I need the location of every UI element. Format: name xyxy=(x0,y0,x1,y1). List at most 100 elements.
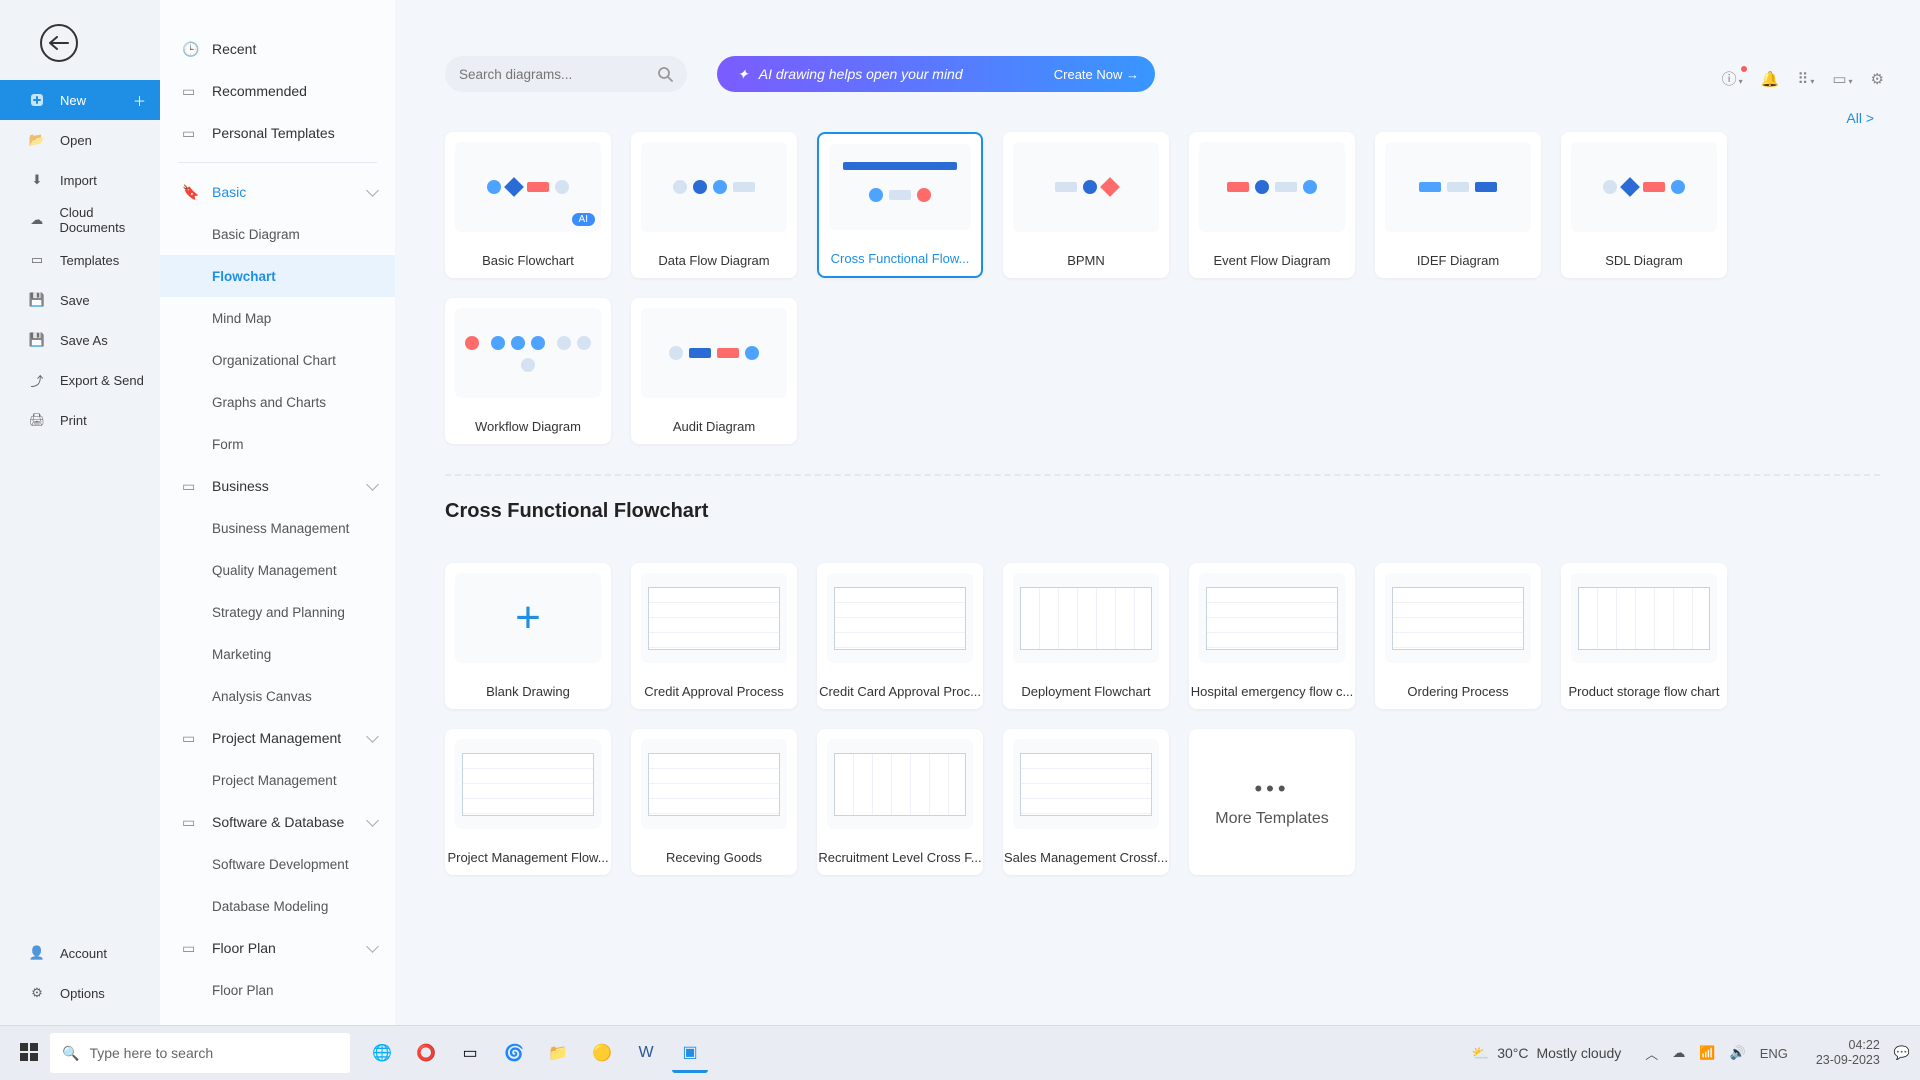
file-menu: New ＋ 📂Open ⬇Import ☁Cloud Documents ▭Te… xyxy=(0,80,160,440)
app-taskview[interactable]: ▭ xyxy=(452,1033,488,1073)
gear-icon[interactable]: ⚙ xyxy=(1871,70,1884,88)
template-card-2[interactable]: Credit Card Approval Proc... xyxy=(817,563,983,709)
file-menu-account[interactable]: 👤Account xyxy=(0,933,160,973)
type-card-7[interactable]: Workflow Diagram xyxy=(445,298,611,444)
cat-recent[interactable]: 🕒Recent xyxy=(160,28,395,70)
template-card-5[interactable]: Ordering Process xyxy=(1375,563,1541,709)
tray-onedrive-icon[interactable]: ☁ xyxy=(1672,1045,1685,1061)
cat-sp[interactable]: Strategy and Planning xyxy=(160,591,395,633)
cat-floor-sub[interactable]: Floor Plan xyxy=(160,969,395,1011)
bell-icon[interactable]: 🔔 xyxy=(1761,70,1780,88)
app-cortana[interactable]: ⭕ xyxy=(408,1033,444,1073)
cat-head-sw[interactable]: ▭Software & Database xyxy=(160,801,395,843)
app-chrome[interactable]: 🟡 xyxy=(584,1033,620,1073)
template-card-8[interactable]: Receving Goods xyxy=(631,729,797,875)
type-card-3[interactable]: BPMN xyxy=(1003,132,1169,278)
card-preview xyxy=(641,142,787,232)
app-edge[interactable]: 🌀 xyxy=(496,1033,532,1073)
file-menu-cloud[interactable]: ☁Cloud Documents xyxy=(0,200,160,240)
menu-icon[interactable]: ▭▾ xyxy=(1832,70,1852,88)
taskbar-search[interactable]: 🔍 Type here to search xyxy=(50,1033,350,1073)
file-menu-export[interactable]: ⤴Export & Send xyxy=(0,360,160,400)
search-input[interactable] xyxy=(459,67,657,82)
template-card-1[interactable]: Credit Approval Process xyxy=(631,563,797,709)
swimlane-preview xyxy=(1392,587,1523,650)
tray-lang[interactable]: ENG xyxy=(1760,1046,1788,1061)
tray-chevron-icon[interactable]: ︿ xyxy=(1645,1044,1658,1063)
cat-mindmap[interactable]: Mind Map xyxy=(160,297,395,339)
type-card-8[interactable]: Audit Diagram xyxy=(631,298,797,444)
card-label: Audit Diagram xyxy=(631,408,797,444)
ai-create-now[interactable]: Create Now → xyxy=(1054,67,1139,82)
file-menu-print[interactable]: 🖨Print xyxy=(0,400,160,440)
cat-bm[interactable]: Business Management xyxy=(160,507,395,549)
tray-wifi-icon[interactable]: 📶 xyxy=(1699,1045,1715,1061)
apps-icon[interactable]: ⠿▾ xyxy=(1797,70,1814,88)
search-icon[interactable] xyxy=(657,66,673,82)
cat-form[interactable]: Form xyxy=(160,423,395,465)
cat-swdev[interactable]: Software Development xyxy=(160,843,395,885)
cat-pm-sub[interactable]: Project Management xyxy=(160,759,395,801)
ai-banner[interactable]: ✦ AI drawing helps open your mind Create… xyxy=(717,56,1155,92)
cat-ac[interactable]: Analysis Canvas xyxy=(160,675,395,717)
app-explorer[interactable]: 📁 xyxy=(540,1033,576,1073)
template-card-4[interactable]: Hospital emergency flow c... xyxy=(1189,563,1355,709)
cat-mkt[interactable]: Marketing xyxy=(160,633,395,675)
tray-notifications-icon[interactable]: 💬 xyxy=(1894,1045,1910,1061)
file-menu-save[interactable]: 💾Save xyxy=(0,280,160,320)
cat-flowchart[interactable]: Flowchart xyxy=(160,255,395,297)
app-globe[interactable]: 🌐 xyxy=(364,1033,400,1073)
file-menu-options[interactable]: ⚙Options xyxy=(0,973,160,1013)
file-menu-label: New xyxy=(60,93,86,108)
cat-db[interactable]: Database Modeling xyxy=(160,885,395,927)
type-card-1[interactable]: Data Flow Diagram xyxy=(631,132,797,278)
back-button[interactable] xyxy=(40,24,78,62)
cat-head-basic[interactable]: 🔖Basic xyxy=(160,171,395,213)
cat-head-business[interactable]: ▭Business xyxy=(160,465,395,507)
card-label: IDEF Diagram xyxy=(1375,242,1541,278)
tray-volume-icon[interactable]: 🔊 xyxy=(1730,1045,1746,1061)
type-card-6[interactable]: SDL Diagram xyxy=(1561,132,1727,278)
card-preview xyxy=(1013,739,1159,829)
type-card-4[interactable]: Event Flow Diagram xyxy=(1189,132,1355,278)
search-box[interactable] xyxy=(445,56,687,92)
cat-recommended[interactable]: ▭Recommended xyxy=(160,70,395,112)
file-menu-templates[interactable]: ▭Templates xyxy=(0,240,160,280)
cat-personal-templates[interactable]: ▭Personal Templates xyxy=(160,112,395,154)
sw-icon: ▭ xyxy=(182,814,200,831)
cat-head-pm[interactable]: ▭Project Management xyxy=(160,717,395,759)
app-word[interactable]: W xyxy=(628,1033,664,1073)
cat-graphs[interactable]: Graphs and Charts xyxy=(160,381,395,423)
template-card-0[interactable]: +Blank Drawing xyxy=(445,563,611,709)
taskbar-weather[interactable]: ⛅ 30°C Mostly cloudy xyxy=(1472,1045,1622,1062)
template-card-6[interactable]: Product storage flow chart xyxy=(1561,563,1727,709)
taskbar-apps: 🌐 ⭕ ▭ 🌀 📁 🟡 W ▣ xyxy=(364,1033,708,1073)
type-card-5[interactable]: IDEF Diagram xyxy=(1375,132,1541,278)
type-card-2[interactable]: Cross Functional Flow... xyxy=(817,132,983,278)
cat-qm[interactable]: Quality Management xyxy=(160,549,395,591)
start-button[interactable] xyxy=(20,1043,40,1063)
card-label: Basic Flowchart xyxy=(445,242,611,278)
app-edrawmax[interactable]: ▣ xyxy=(672,1033,708,1073)
help-icon[interactable]: ⓘ▾ xyxy=(1722,68,1743,89)
all-link[interactable]: All > xyxy=(1846,110,1874,126)
search-icon: 🔍 xyxy=(62,1045,79,1062)
template-card-7[interactable]: Project Management Flow... xyxy=(445,729,611,875)
cat-head-floor[interactable]: ▭Floor Plan xyxy=(160,927,395,969)
template-card-10[interactable]: Sales Management Crossf... xyxy=(1003,729,1169,875)
plus-icon[interactable]: ＋ xyxy=(133,91,146,110)
cat-orgchart[interactable]: Organizational Chart xyxy=(160,339,395,381)
windows-taskbar: 🔍 Type here to search 🌐 ⭕ ▭ 🌀 📁 🟡 W ▣ ⛅ … xyxy=(0,1025,1920,1080)
card-label: Credit Card Approval Proc... xyxy=(817,673,983,709)
type-card-0[interactable]: AIBasic Flowchart xyxy=(445,132,611,278)
template-card-3[interactable]: Deployment Flowchart xyxy=(1003,563,1169,709)
taskbar-clock[interactable]: 04:22 23-09-2023 xyxy=(1816,1038,1880,1068)
file-menu-import[interactable]: ⬇Import xyxy=(0,160,160,200)
section-title: Cross Functional Flowchart xyxy=(445,500,1880,523)
more-templates-card[interactable]: •••More Templates xyxy=(1189,729,1355,875)
cat-basic-diagram[interactable]: Basic Diagram xyxy=(160,213,395,255)
template-card-9[interactable]: Recruitment Level Cross F... xyxy=(817,729,983,875)
file-menu-open[interactable]: 📂Open xyxy=(0,120,160,160)
file-menu-new[interactable]: New ＋ xyxy=(0,80,160,120)
file-menu-saveas[interactable]: 💾Save As xyxy=(0,320,160,360)
